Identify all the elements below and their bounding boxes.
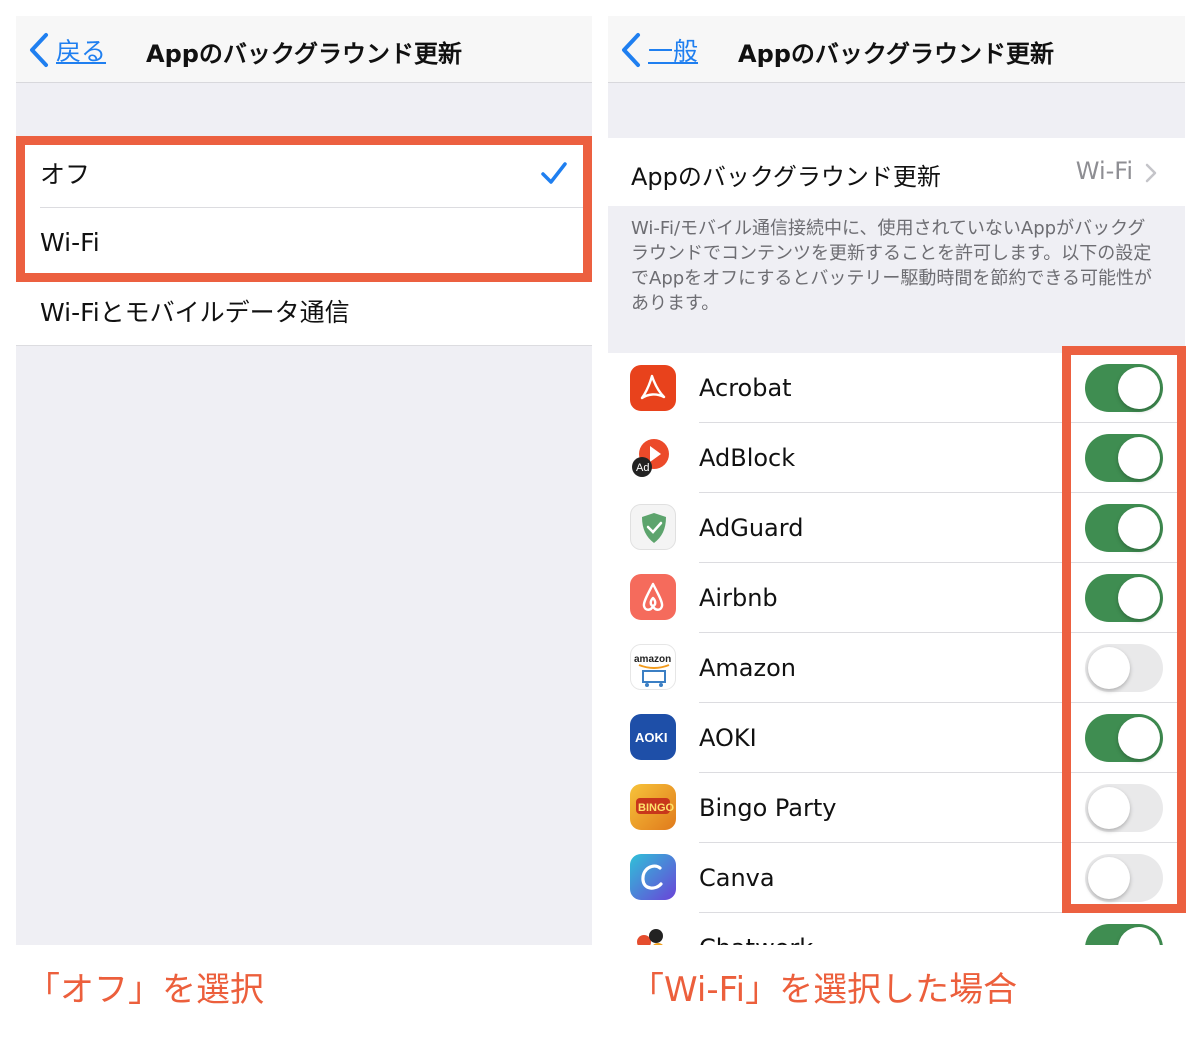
option-wifi-label: Wi-Fi xyxy=(40,227,100,257)
adblock-toggle[interactable] xyxy=(1085,434,1163,482)
checkmark-icon xyxy=(541,161,567,184)
left-back-label: 戻る xyxy=(56,37,107,66)
toggle-knob xyxy=(1118,507,1160,549)
right-settings-screen: 一般 Appのバックグラウンド更新 Appのバックグラウンド更新 Wi-Fi W… xyxy=(608,16,1185,945)
app-row-adguard: AdGuard xyxy=(608,493,1185,562)
right-back-button[interactable]: 一般 xyxy=(620,30,698,70)
amazon-icon: amazon xyxy=(630,644,676,690)
option-off-label: オフ xyxy=(40,159,91,189)
refresh-setting-cell[interactable]: Appのバックグラウンド更新 Wi-Fi xyxy=(608,138,1185,206)
svg-text:BINGO: BINGO xyxy=(638,802,675,814)
canva-toggle[interactable] xyxy=(1085,854,1163,902)
app-name: Bingo Party xyxy=(699,794,837,822)
right-nav-bar: 一般 Appのバックグラウンド更新 xyxy=(608,16,1185,83)
chevron-left-icon xyxy=(622,33,640,67)
acrobat-toggle[interactable] xyxy=(1085,364,1163,412)
left-nav-bar: 戻る Appのバックグラウンド更新 xyxy=(16,16,592,83)
toggle-knob xyxy=(1118,437,1160,479)
toggle-knob xyxy=(1118,717,1160,759)
right-back-label: 一般 xyxy=(648,37,699,66)
svg-text:AOKI: AOKI xyxy=(635,730,668,745)
divider xyxy=(16,345,592,346)
chevron-right-icon xyxy=(1145,163,1157,183)
app-row-amazon: amazon Amazon xyxy=(608,633,1185,702)
acrobat-icon xyxy=(630,365,676,411)
app-name: Canva xyxy=(699,864,775,892)
refresh-setting-label: Appのバックグラウンド更新 xyxy=(631,163,941,191)
bingo-party-toggle[interactable] xyxy=(1085,784,1163,832)
app-row-acrobat: Acrobat xyxy=(608,353,1185,422)
refresh-description: Wi-Fi/モバイル通信接続中に、使用されていないAppがバックグラウンドでコン… xyxy=(631,218,1152,314)
right-page-title: Appのバックグラウンド更新 xyxy=(738,40,1054,68)
toggle-knob xyxy=(1118,577,1160,619)
app-name: Airbnb xyxy=(699,584,778,612)
app-name: Chatwork xyxy=(699,934,813,945)
chatwork-icon xyxy=(630,924,676,945)
option-wifi-row[interactable]: Wi-Fi xyxy=(16,208,592,276)
app-name: Amazon xyxy=(699,654,796,682)
chatwork-toggle[interactable] xyxy=(1085,924,1163,945)
option-off-row[interactable]: オフ xyxy=(16,138,592,207)
canva-icon xyxy=(630,854,676,900)
refresh-setting-value: Wi-Fi xyxy=(1075,157,1133,185)
adguard-toggle[interactable] xyxy=(1085,504,1163,552)
refresh-options-list: オフ Wi-Fi Wi-Fiとモバイルデータ通信 xyxy=(16,138,592,345)
app-row-adblock: Ad AdBlock xyxy=(608,423,1185,492)
svg-text:amazon: amazon xyxy=(634,654,671,665)
app-list: Acrobat Ad AdBlock AdGuard Airbnb amazon… xyxy=(608,353,1185,945)
adguard-icon xyxy=(630,504,676,550)
left-back-button[interactable]: 戻る xyxy=(28,30,106,70)
app-row-chatwork: Chatwork xyxy=(608,913,1185,945)
option-wifi-mobile-row[interactable]: Wi-Fiとモバイルデータ通信 xyxy=(16,277,592,345)
toggle-knob xyxy=(1088,647,1130,689)
left-settings-screen: 戻る Appのバックグラウンド更新 オフ Wi-Fi Wi-Fiとモバイルデータ… xyxy=(16,16,592,945)
app-row-canva: Canva xyxy=(608,843,1185,912)
adblock-icon: Ad xyxy=(630,434,676,480)
svg-text:Ad: Ad xyxy=(636,462,649,474)
aoki-toggle[interactable] xyxy=(1085,714,1163,762)
aoki-icon: AOKI xyxy=(630,714,676,760)
airbnb-toggle[interactable] xyxy=(1085,574,1163,622)
toggle-knob xyxy=(1088,787,1130,829)
app-name: AdBlock xyxy=(699,444,796,472)
caption-left: 「オフ」を選択 xyxy=(26,970,264,1010)
app-row-bingo-party: BINGO Bingo Party xyxy=(608,773,1185,842)
app-row-aoki: AOKI AOKI xyxy=(608,703,1185,772)
caption-right: 「Wi-Fi」を選択した場合 xyxy=(630,970,1018,1010)
bingo-party-icon: BINGO xyxy=(630,784,676,830)
app-name: AOKI xyxy=(699,724,757,752)
toggle-knob xyxy=(1088,857,1130,899)
app-name: AdGuard xyxy=(699,514,804,542)
left-page-title: Appのバックグラウンド更新 xyxy=(146,40,462,68)
airbnb-icon xyxy=(630,574,676,620)
toggle-knob xyxy=(1118,367,1160,409)
amazon-toggle[interactable] xyxy=(1085,644,1163,692)
app-name: Acrobat xyxy=(699,374,792,402)
toggle-knob xyxy=(1118,927,1160,945)
app-row-airbnb: Airbnb xyxy=(608,563,1185,632)
option-wifi-mobile-label: Wi-Fiとモバイルデータ通信 xyxy=(40,298,350,327)
chevron-left-icon xyxy=(30,33,48,67)
